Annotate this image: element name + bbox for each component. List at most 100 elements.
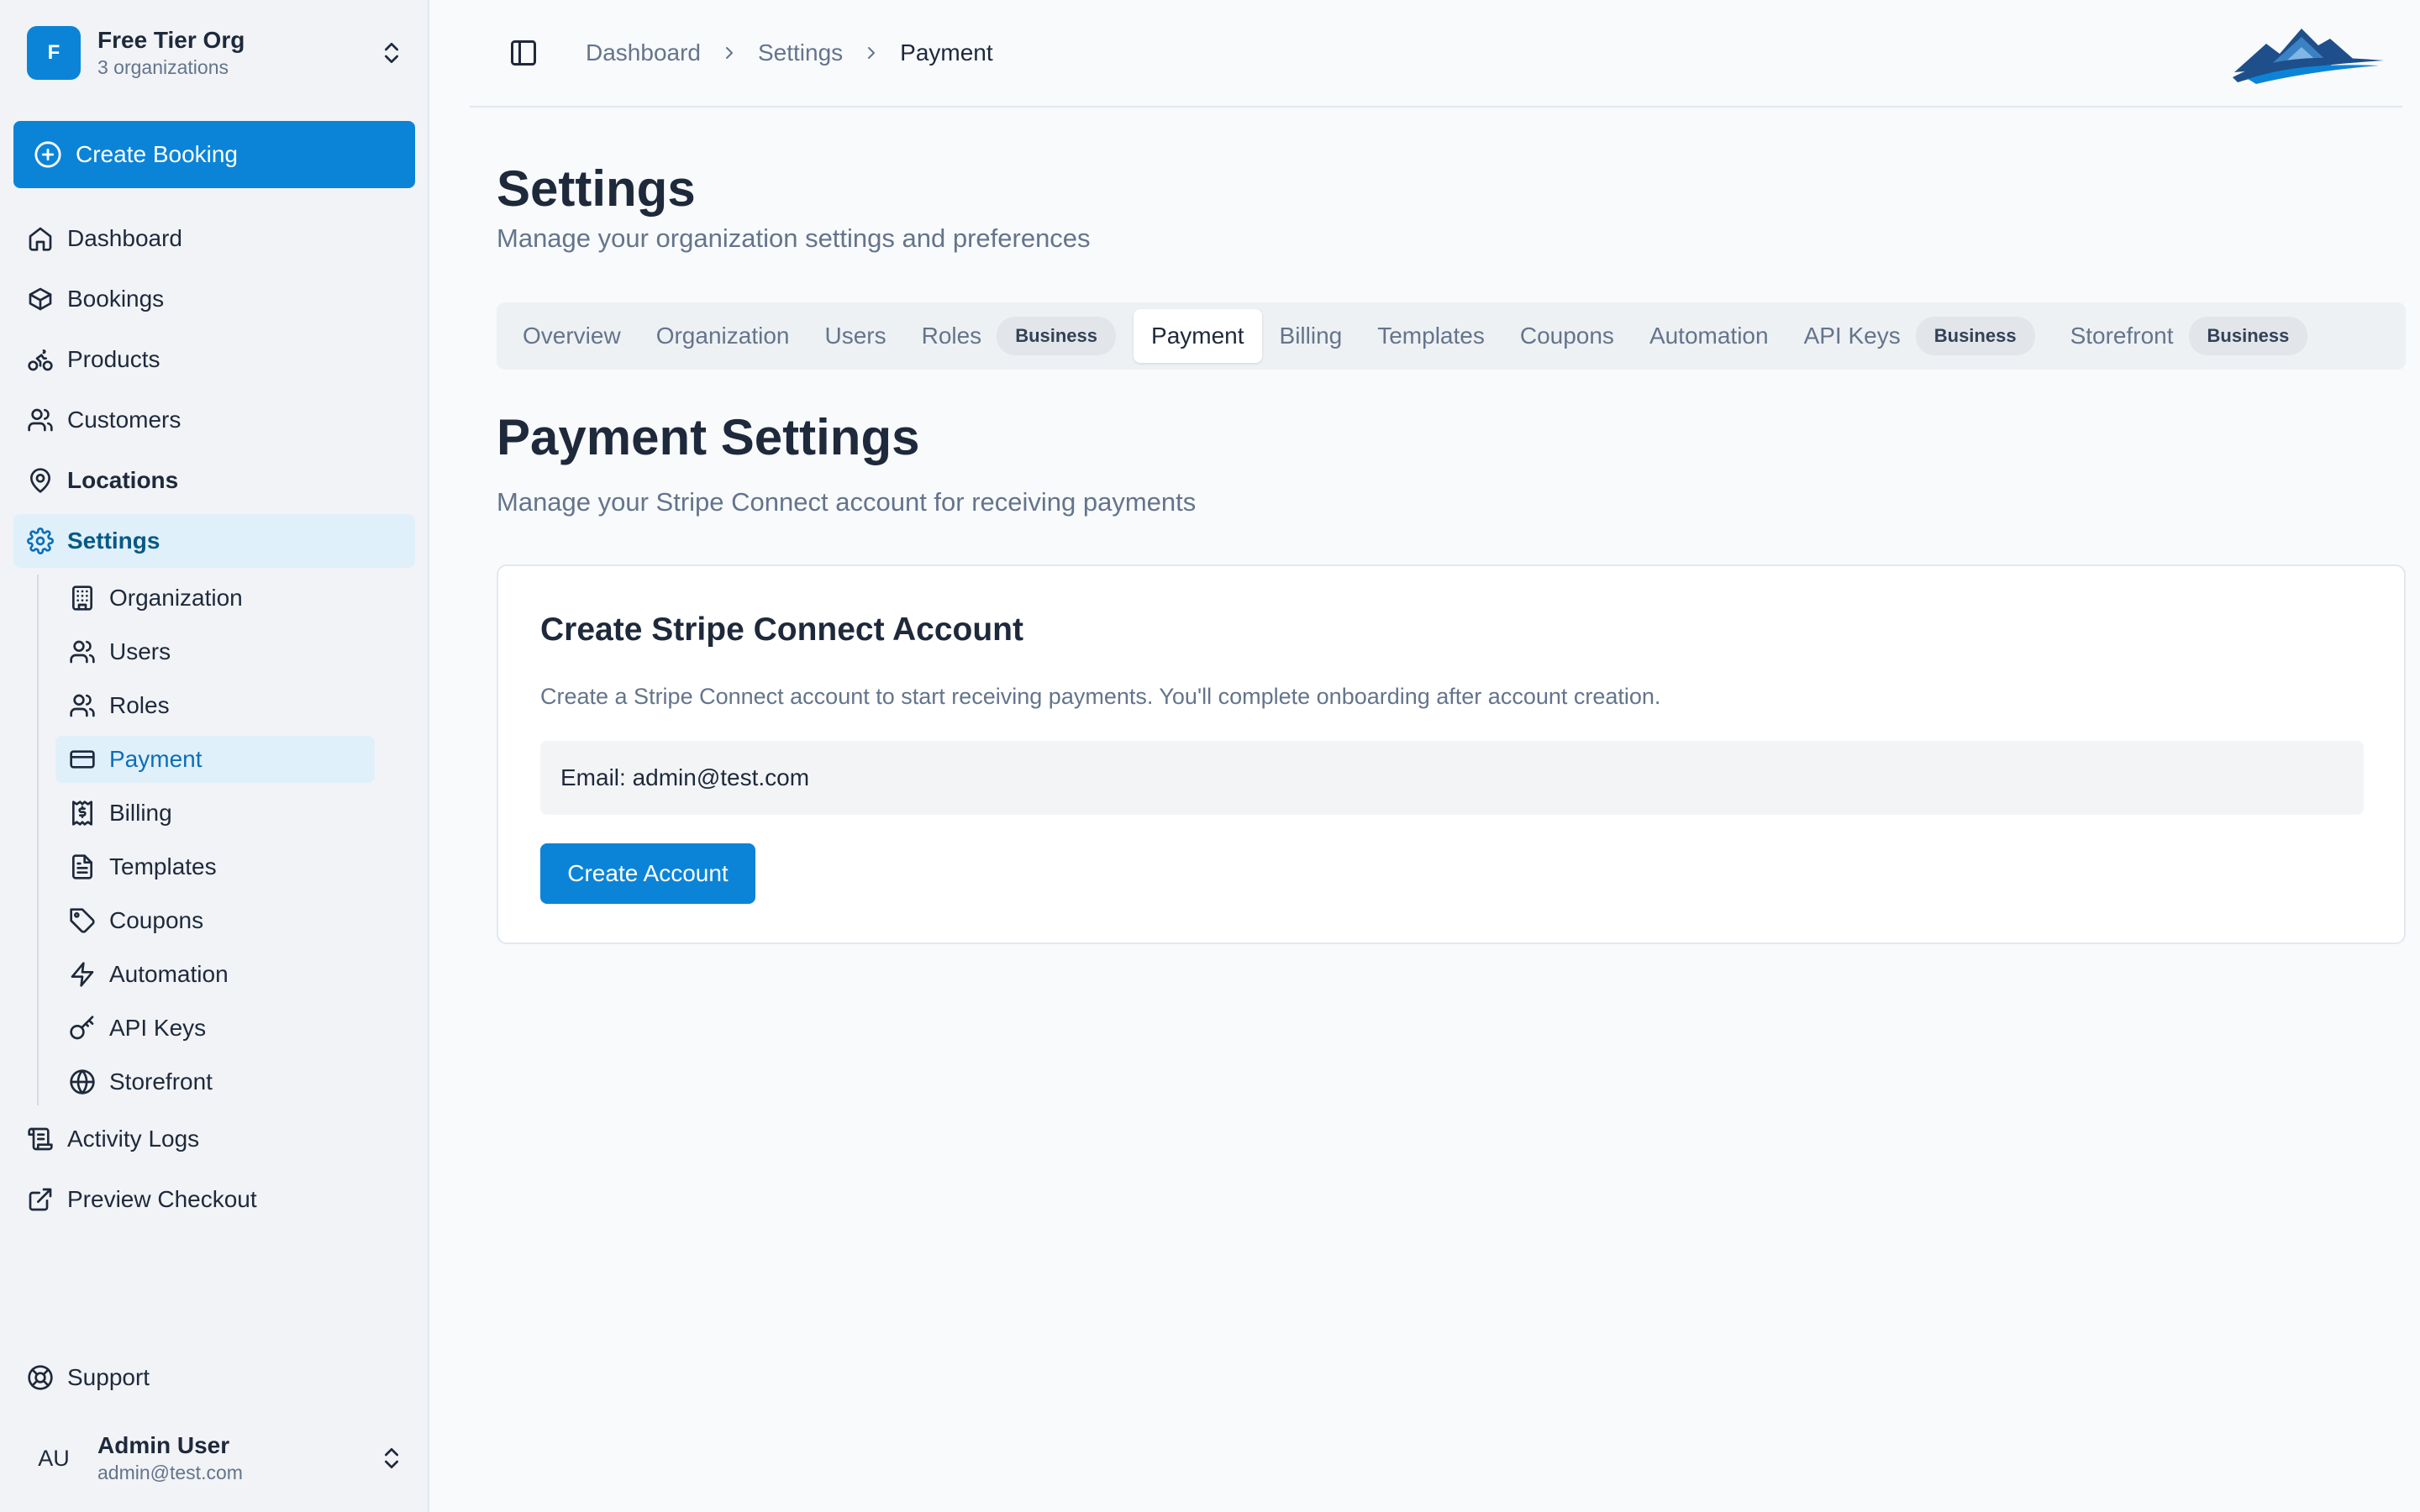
settings-tabs: Overview Organization Users Roles Busines… bbox=[497, 302, 2406, 370]
org-count: 3 organizations bbox=[97, 56, 229, 78]
sidebar-item-settings[interactable]: Settings bbox=[13, 514, 415, 568]
stripe-connect-card: Create Stripe Connect Account Create a S… bbox=[497, 564, 2406, 944]
tab-overview[interactable]: Overview bbox=[505, 309, 639, 363]
sidebar-nav: Dashboard Bookings Products Customers Lo… bbox=[13, 212, 415, 1233]
external-link-icon bbox=[29, 1188, 52, 1211]
users-icon bbox=[70, 694, 95, 717]
credit-card-icon bbox=[70, 750, 95, 769]
create-booking-button[interactable]: Create Booking bbox=[13, 121, 415, 188]
tab-payment[interactable]: Payment bbox=[1134, 309, 1262, 363]
tab-api-keys[interactable]: API Keys Business bbox=[1786, 309, 2053, 363]
zap-icon bbox=[71, 962, 94, 987]
sidebar-toggle-icon[interactable] bbox=[508, 38, 539, 68]
users-icon bbox=[28, 408, 53, 432]
support-label: Support bbox=[67, 1364, 150, 1390]
tab-automation[interactable]: Automation bbox=[1632, 309, 1786, 363]
sidebar-item-label: Roles bbox=[109, 692, 170, 718]
tab-storefront[interactable]: Storefront Business bbox=[2053, 309, 2326, 363]
main-content: Dashboard Settings Payment Settings Mana… bbox=[429, 0, 2420, 1512]
sidebar-item-api-keys[interactable]: API Keys bbox=[55, 1005, 375, 1052]
sidebar-item-label: Billing bbox=[109, 800, 172, 826]
sidebar-item-label: Locations bbox=[67, 467, 179, 493]
business-badge: Business bbox=[1915, 317, 2035, 355]
sidebar-item-products[interactable]: Products bbox=[13, 333, 415, 386]
tab-templates[interactable]: Templates bbox=[1360, 309, 1502, 363]
business-badge: Business bbox=[997, 317, 1117, 355]
scroll-icon bbox=[28, 1127, 53, 1151]
tab-organization[interactable]: Organization bbox=[639, 309, 808, 363]
avatar: AU bbox=[38, 1445, 70, 1471]
sidebar-item-preview-checkout[interactable]: Preview Checkout bbox=[13, 1173, 415, 1226]
tab-label: Storefront bbox=[2070, 323, 2174, 349]
sidebar-item-label: Preview Checkout bbox=[67, 1186, 257, 1212]
page-title: Settings bbox=[497, 160, 696, 217]
sidebar-item-label: Automation bbox=[109, 961, 229, 987]
sidebar-item-organization[interactable]: Organization bbox=[55, 575, 375, 622]
tab-label: Billing bbox=[1279, 323, 1343, 349]
file-text-icon bbox=[72, 854, 92, 879]
sidebar-item-automation[interactable]: Automation bbox=[55, 951, 375, 998]
sidebar-item-label: API Keys bbox=[109, 1015, 207, 1041]
gear-icon bbox=[27, 528, 54, 554]
top-bar: Dashboard Settings Payment bbox=[470, 0, 2402, 108]
breadcrumb-dashboard[interactable]: Dashboard bbox=[586, 39, 701, 66]
receipt-icon bbox=[72, 801, 92, 826]
tab-label: Users bbox=[824, 323, 886, 349]
section-title: Payment Settings bbox=[497, 409, 920, 465]
sidebar-item-users[interactable]: Users bbox=[55, 628, 375, 675]
breadcrumb: Dashboard Settings Payment bbox=[586, 39, 993, 66]
user-email: admin@test.com bbox=[97, 1462, 243, 1483]
sidebar-item-label: Dashboard bbox=[67, 225, 182, 251]
globe-icon bbox=[70, 1069, 95, 1095]
sidebar-item-label: Bookings bbox=[67, 286, 165, 312]
chevron-right-icon bbox=[725, 47, 733, 59]
plus-circle-icon bbox=[34, 141, 61, 168]
tab-label: Automation bbox=[1649, 323, 1769, 349]
sidebar-item-storefront[interactable]: Storefront bbox=[55, 1058, 375, 1105]
section-subtitle: Manage your Stripe Connect account for r… bbox=[497, 487, 1197, 517]
sidebar-item-label: Settings bbox=[67, 528, 160, 554]
settings-subnav: Organization Users Roles Payment Billing bbox=[37, 575, 415, 1105]
sidebar-item-roles[interactable]: Roles bbox=[55, 682, 375, 729]
sidebar-item-customers[interactable]: Customers bbox=[13, 393, 415, 447]
create-account-button[interactable]: Create Account bbox=[540, 843, 755, 904]
sidebar-item-dashboard[interactable]: Dashboard bbox=[13, 212, 415, 265]
breadcrumb-settings[interactable]: Settings bbox=[758, 39, 843, 66]
tab-users[interactable]: Users bbox=[807, 309, 903, 363]
tab-label: Roles bbox=[921, 323, 982, 349]
sidebar: F Free Tier Org 3 organizations Create B… bbox=[0, 0, 429, 1512]
user-menu[interactable]: AU Admin User admin@test.com bbox=[27, 1425, 405, 1492]
sidebar-item-label: Products bbox=[67, 346, 160, 372]
building-icon bbox=[72, 585, 92, 611]
sidebar-item-label: Coupons bbox=[109, 907, 204, 933]
tab-label: Coupons bbox=[1519, 323, 1614, 349]
sidebar-item-label: Organization bbox=[109, 585, 243, 611]
sidebar-item-coupons[interactable]: Coupons bbox=[55, 897, 375, 944]
org-name: Free Tier Org bbox=[97, 27, 245, 53]
chevrons-up-down-icon bbox=[385, 1448, 398, 1468]
support-link[interactable]: Support bbox=[27, 1351, 150, 1404]
life-buoy-icon bbox=[28, 1365, 53, 1390]
sidebar-item-bookings[interactable]: Bookings bbox=[13, 272, 415, 326]
sidebar-item-label: Templates bbox=[109, 853, 217, 879]
tab-billing[interactable]: Billing bbox=[1262, 309, 1360, 363]
sidebar-item-templates[interactable]: Templates bbox=[55, 843, 375, 890]
sidebar-item-label: Activity Logs bbox=[67, 1126, 200, 1152]
tab-roles[interactable]: Roles Business bbox=[904, 309, 1134, 363]
create-booking-label: Create Booking bbox=[76, 141, 239, 167]
box-icon bbox=[29, 287, 52, 311]
sidebar-item-billing[interactable]: Billing bbox=[55, 790, 375, 837]
user-name: Admin User bbox=[97, 1432, 230, 1458]
org-switcher[interactable]: F Free Tier Org 3 organizations bbox=[27, 25, 405, 81]
sidebar-item-payment[interactable]: Payment bbox=[55, 736, 375, 783]
sidebar-item-label: Customers bbox=[67, 407, 182, 433]
business-badge: Business bbox=[2188, 317, 2308, 355]
page-subtitle: Manage your organization settings and pr… bbox=[497, 223, 1091, 253]
sidebar-item-locations[interactable]: Locations bbox=[13, 454, 415, 507]
sidebar-item-activity-logs[interactable]: Activity Logs bbox=[13, 1112, 415, 1166]
tab-label: Templates bbox=[1377, 323, 1485, 349]
breadcrumb-current: Payment bbox=[900, 39, 993, 66]
sidebar-item-label: Payment bbox=[109, 746, 203, 772]
sidebar-item-label: Storefront bbox=[109, 1068, 213, 1095]
tab-coupons[interactable]: Coupons bbox=[1502, 309, 1632, 363]
